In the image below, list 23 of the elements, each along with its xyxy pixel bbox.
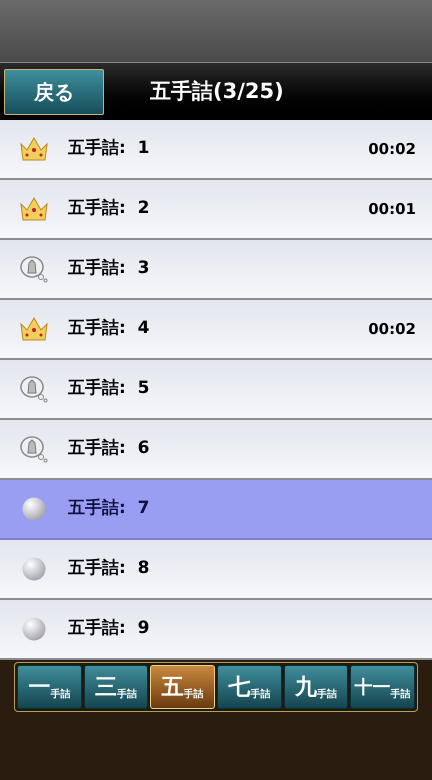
problem-row[interactable]: 五手詰: 3 [0, 240, 432, 300]
problem-row[interactable]: 五手詰: 5 [0, 360, 432, 420]
problem-row[interactable]: 五手詰: 8 [0, 540, 432, 600]
screen-title: 五手詰(3/25) [150, 78, 284, 105]
problem-label: 五手詰: 2 [68, 197, 150, 220]
solve-time: 00:02 [368, 318, 416, 340]
problem-label: 五手詰: 5 [68, 377, 150, 400]
problem-label: 五手詰: 9 [68, 617, 150, 640]
problem-row[interactable]: 五手詰: 4 00:02 [0, 300, 432, 360]
problem-label: 五手詰: 4 [68, 317, 150, 340]
problem-label: 五手詰: 8 [68, 557, 150, 580]
back-button[interactable]: 戻る [4, 68, 104, 114]
solve-time: 00:01 [368, 198, 416, 220]
problem-label: 五手詰: 1 [68, 137, 150, 160]
problem-label: 五手詰: 3 [68, 257, 150, 280]
problem-row[interactable]: 五手詰: 1 00:02 [0, 120, 432, 180]
problem-label: 五手詰: 6 [68, 437, 150, 460]
problem-row[interactable]: 五手詰: 7 [0, 480, 432, 540]
problem-label: 五手詰: 7 [68, 497, 150, 520]
problem-row[interactable]: 五手詰: 2 00:01 [0, 180, 432, 240]
problem-row[interactable]: 五手詰: 9 [0, 600, 432, 660]
problem-row[interactable]: 五手詰: 6 [0, 420, 432, 480]
solve-time: 00:02 [368, 138, 416, 160]
